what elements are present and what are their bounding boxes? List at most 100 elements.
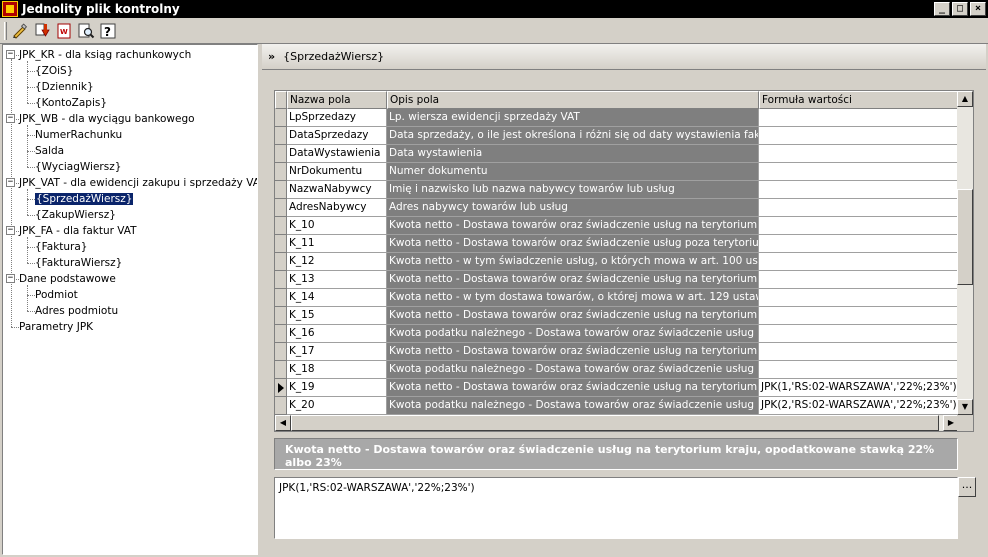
field-description-cell[interactable]: Kwota netto - Dostawa towarów oraz świad… (387, 217, 759, 235)
field-formula-cell[interactable] (759, 199, 959, 217)
hscroll-thumb[interactable] (291, 415, 939, 431)
tree-node-leaf[interactable]: Podmiot (35, 287, 78, 303)
row-indicator[interactable] (275, 109, 287, 127)
tree-node-leaf[interactable]: {SprzedażWiersz} (33, 191, 135, 207)
table-row[interactable]: NazwaNabywcy Imię i nazwisko lub nazwa na… (275, 181, 959, 199)
grid-horizontal-scrollbar[interactable]: ◀ ▶ (275, 415, 959, 431)
close-button[interactable]: × (970, 2, 986, 16)
field-description-cell[interactable]: Data sprzedaży, o ile jest określona i r… (387, 127, 759, 145)
row-indicator[interactable] (275, 361, 287, 379)
table-row[interactable]: K_18 Kwota podatku należnego - Dostawa to… (275, 361, 959, 379)
tree-node-leaf[interactable]: {FakturaWiersz} (35, 255, 122, 271)
field-formula-cell[interactable] (759, 109, 959, 127)
field-name-cell[interactable]: K_17 (287, 343, 387, 361)
field-description-cell[interactable]: Numer dokumentu (387, 163, 759, 181)
row-indicator[interactable] (275, 145, 287, 163)
table-row[interactable]: K_17 Kwota netto - Dostawa towarów oraz ś… (275, 343, 959, 361)
tree-node-group[interactable]: JPK_WB - dla wyciągu bankowego (19, 111, 195, 127)
field-description-cell[interactable]: Kwota podatku należnego - Dostawa towaró… (387, 361, 759, 379)
table-row[interactable]: K_10 Kwota netto - Dostawa towarów oraz ś… (275, 217, 959, 235)
field-formula-cell[interactable] (759, 163, 959, 181)
fields-grid[interactable]: Nazwa pola Opis pola Formuła wartości Lp… (274, 90, 974, 432)
field-formula-cell[interactable] (759, 217, 959, 235)
row-indicator[interactable] (275, 217, 287, 235)
collapse-minus-icon[interactable]: − (6, 226, 15, 235)
field-name-cell[interactable]: K_18 (287, 361, 387, 379)
row-indicator[interactable] (275, 379, 287, 397)
field-name-cell[interactable]: DataSprzedazy (287, 127, 387, 145)
field-description-cell[interactable]: Kwota netto - Dostawa towarów oraz świad… (387, 379, 759, 397)
field-description-cell[interactable]: Kwota netto - Dostawa towarów oraz świad… (387, 307, 759, 325)
field-name-cell[interactable]: AdresNabywcy (287, 199, 387, 217)
table-row[interactable]: K_12 Kwota netto - w tym świadczenie usłu… (275, 253, 959, 271)
table-row[interactable]: DataSprzedazy Data sprzedaży, o ile jest … (275, 127, 959, 145)
row-indicator[interactable] (275, 289, 287, 307)
field-name-cell[interactable]: K_11 (287, 235, 387, 253)
collapse-minus-icon[interactable]: − (6, 50, 15, 59)
field-formula-cell[interactable] (759, 271, 959, 289)
tree-node-leaf[interactable]: {ZakupWiersz} (35, 207, 116, 223)
row-indicator[interactable] (275, 181, 287, 199)
tree-node-group[interactable]: JPK_FA - dla faktur VAT (19, 223, 137, 239)
tree-node-leaf[interactable]: Salda (35, 143, 64, 159)
tree-node-group[interactable]: JPK_VAT - dla ewidencji zakupu i sprzeda… (19, 175, 257, 191)
collapse-minus-icon[interactable]: − (6, 114, 15, 123)
field-formula-cell[interactable] (759, 235, 959, 253)
minimize-button[interactable]: _ (934, 2, 950, 16)
row-indicator[interactable] (275, 307, 287, 325)
tree-node-group[interactable]: Parametry JPK (19, 319, 93, 335)
row-indicator[interactable] (275, 127, 287, 145)
scroll-down-icon[interactable]: ▼ (957, 399, 973, 415)
row-indicator[interactable] (275, 199, 287, 217)
table-row[interactable]: AdresNabywcy Adres nabywcy towarów lub us… (275, 199, 959, 217)
maximize-button[interactable]: □ (952, 2, 968, 16)
field-formula-cell[interactable] (759, 289, 959, 307)
table-row[interactable]: K_16 Kwota podatku należnego - Dostawa to… (275, 325, 959, 343)
field-name-cell[interactable]: K_20 (287, 397, 387, 415)
import-icon[interactable] (33, 22, 51, 40)
field-description-cell[interactable]: Kwota netto - Dostawa towarów oraz świad… (387, 343, 759, 361)
scroll-left-icon[interactable]: ◀ (275, 415, 291, 431)
field-name-cell[interactable]: NazwaNabywcy (287, 181, 387, 199)
row-indicator[interactable] (275, 163, 287, 181)
grid-vertical-scrollbar[interactable]: ▲ ▼ (957, 91, 973, 415)
tree-node-leaf[interactable]: Adres podmiotu (35, 303, 118, 319)
field-formula-cell[interactable] (759, 325, 959, 343)
row-indicator[interactable] (275, 253, 287, 271)
field-formula-cell[interactable] (759, 145, 959, 163)
row-indicator[interactable] (275, 235, 287, 253)
help-icon[interactable]: ? (99, 22, 117, 40)
row-indicator[interactable] (275, 271, 287, 289)
tree-node-leaf[interactable]: NumerRachunku (35, 127, 122, 143)
field-name-cell[interactable]: K_12 (287, 253, 387, 271)
field-description-cell[interactable]: Adres nabywcy towarów lub usług (387, 199, 759, 217)
pdf-icon[interactable]: W (55, 22, 73, 40)
field-formula-cell[interactable] (759, 127, 959, 145)
scroll-thumb[interactable] (957, 189, 973, 285)
field-description-cell[interactable]: Kwota netto - w tym świadczenie usług, o… (387, 253, 759, 271)
table-row[interactable]: K_11 Kwota netto - Dostawa towarów oraz ś… (275, 235, 959, 253)
scroll-up-icon[interactable]: ▲ (957, 91, 973, 107)
field-description-cell[interactable]: Lp. wiersza ewidencji sprzedaży VAT (387, 109, 759, 127)
field-description-cell[interactable]: Kwota netto - Dostawa towarów oraz świad… (387, 235, 759, 253)
row-indicator[interactable] (275, 343, 287, 361)
table-row[interactable]: LpSprzedazy Lp. wiersza ewidencji sprzeda… (275, 109, 959, 127)
field-description-cell[interactable]: Kwota netto - Dostawa towarów oraz świad… (387, 271, 759, 289)
tree-node-leaf[interactable]: {Faktura} (35, 239, 87, 255)
tree-node-group[interactable]: Dane podstawowe (19, 271, 116, 287)
field-name-cell[interactable]: K_16 (287, 325, 387, 343)
collapse-minus-icon[interactable]: − (6, 178, 15, 187)
field-description-cell[interactable]: Imię i nazwisko lub nazwa nabywcy towaró… (387, 181, 759, 199)
row-indicator[interactable] (275, 397, 287, 415)
column-header-formula[interactable]: Formuła wartości (759, 91, 959, 109)
field-formula-cell[interactable] (759, 181, 959, 199)
column-header-description[interactable]: Opis pola (387, 91, 759, 109)
table-row[interactable]: K_13 Kwota netto - Dostawa towarów oraz ś… (275, 271, 959, 289)
preview-icon[interactable] (77, 22, 95, 40)
section-header[interactable]: » {SprzedażWiersz} (262, 44, 986, 70)
table-row[interactable]: DataWystawienia Data wystawienia (275, 145, 959, 163)
tree-node-group[interactable]: JPK_KR - dla ksiąg rachunkowych (19, 47, 191, 63)
field-formula-cell[interactable]: JPK(2,'RS:02-WARSZAWA','22%;23%') (759, 397, 959, 415)
field-formula-cell[interactable] (759, 307, 959, 325)
field-description-cell[interactable]: Kwota netto - w tym dostawa towarów, o k… (387, 289, 759, 307)
